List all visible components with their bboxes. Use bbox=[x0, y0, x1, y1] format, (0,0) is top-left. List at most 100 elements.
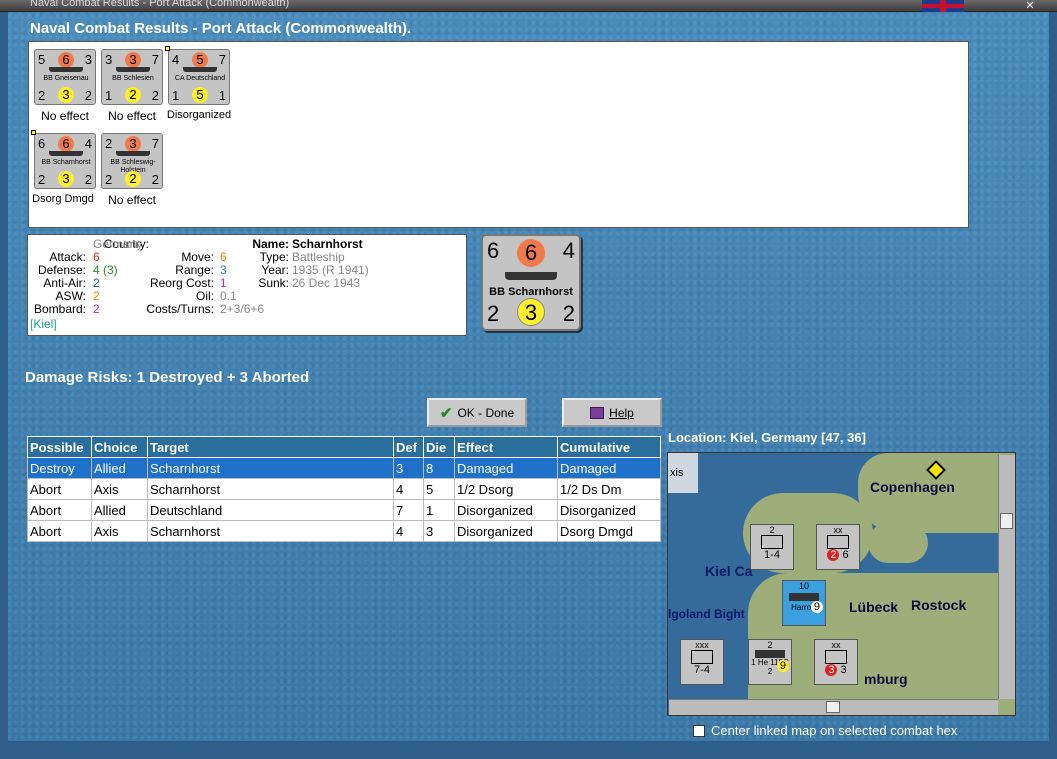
range-value: 3 bbox=[220, 263, 227, 277]
name-label: Name: bbox=[252, 237, 289, 251]
ship-icon bbox=[116, 151, 150, 156]
column-header[interactable]: Def bbox=[393, 436, 424, 458]
type-label: Type: bbox=[259, 250, 289, 264]
attack-label: Attack: bbox=[49, 250, 86, 264]
checkmark-icon: ✔ bbox=[439, 404, 453, 422]
column-header[interactable]: Possible bbox=[27, 436, 92, 458]
antiair-label: Anti-Air: bbox=[43, 276, 86, 290]
mountain-icon bbox=[825, 650, 847, 664]
map-label-lubeck: Lübeck bbox=[849, 599, 899, 615]
oil-label: Oil: bbox=[196, 289, 214, 303]
map-fragment-label: xis bbox=[670, 467, 684, 479]
ship-icon bbox=[183, 67, 217, 72]
center-map-option[interactable]: Center linked map on selected combat hex bbox=[693, 723, 957, 738]
year-value: 1935 (R 1941) bbox=[292, 263, 369, 277]
country-value: Germany bbox=[93, 237, 143, 251]
name-value: Scharnhorst bbox=[292, 237, 363, 251]
title-bar: Naval Combat Results - Port Attack (Comm… bbox=[0, 0, 1057, 12]
type-value: Battleship bbox=[292, 250, 345, 264]
antiair-value: 2 bbox=[93, 276, 100, 290]
map-unit-counter[interactable]: 2 1 He 115C 2 9 bbox=[748, 639, 792, 685]
defense-value: 4 (3) bbox=[93, 263, 118, 277]
location-label: Location: Kiel, Germany [47, 36] bbox=[668, 430, 866, 445]
move-value: 6 bbox=[220, 250, 227, 264]
map-label-copenhagen: Copenhagen bbox=[870, 479, 955, 495]
location-tag: [Kiel] bbox=[30, 317, 57, 331]
ship-icon bbox=[49, 151, 83, 156]
unit-counter[interactable]: 664 BB Scharnhorst 232 bbox=[31, 130, 96, 189]
table-row[interactable]: Abort Allied Deutschland 7 1 Disorganized Diso… bbox=[27, 499, 661, 521]
map-vertical-scroll-thumb[interactable] bbox=[1000, 513, 1013, 529]
reorg-value: 1 bbox=[220, 276, 227, 290]
map-label-kiel: Kiel Ca bbox=[705, 563, 753, 579]
unit-result: Dsorg Dmgd bbox=[32, 193, 94, 205]
bombard-label: Bombard: bbox=[33, 302, 86, 316]
frame-right bbox=[1049, 12, 1057, 759]
map-land-island bbox=[868, 523, 928, 563]
unit-counter[interactable]: 457 CA Deutschland 151 bbox=[165, 46, 230, 105]
center-map-checkbox[interactable] bbox=[693, 724, 705, 737]
column-header[interactable]: Cumulative bbox=[557, 436, 661, 458]
unit-counter[interactable]: 237 BB Schleswig-Holstein 222 bbox=[101, 133, 163, 189]
book-icon bbox=[590, 406, 605, 419]
help-button[interactable]: Help bbox=[562, 398, 662, 427]
center-map-label: Center linked map on selected combat hex bbox=[711, 723, 958, 738]
map-unit-counter[interactable]: xx 3 3 bbox=[814, 639, 858, 685]
map-unit-counter[interactable]: 10 Harrow 9 bbox=[782, 580, 826, 626]
defense-label: Defense: bbox=[37, 263, 86, 277]
results-table: Possible Choice Target Def Die Effect Cu… bbox=[27, 436, 661, 542]
sunk-label: Sunk: bbox=[258, 276, 289, 290]
asw-label: ASW: bbox=[55, 289, 86, 303]
infantry-icon bbox=[761, 535, 783, 549]
map-label-heligoland: lgoland Bight bbox=[668, 607, 745, 621]
unit-result: No effect bbox=[108, 193, 156, 207]
reorg-label: Reorg Cost: bbox=[149, 276, 214, 290]
unit-counter[interactable]: 563 BB Gneisenau 232 bbox=[34, 49, 96, 105]
asw-value: 2 bbox=[93, 289, 100, 303]
unit-info-panel: Country: Germany Attack: 6 Defense: 4 (3… bbox=[27, 234, 467, 336]
map-unit-counter[interactable]: xxx 7-4 bbox=[680, 639, 724, 685]
unit-result: Disorganized bbox=[166, 109, 232, 121]
costs-label: Costs/Turns: bbox=[146, 302, 214, 316]
map-label-hamburg: mburg bbox=[864, 671, 908, 687]
sunk-value: 26 Dec 1943 bbox=[292, 276, 361, 290]
map-label-rostock: Rostock bbox=[911, 597, 967, 613]
column-header[interactable]: Choice bbox=[91, 436, 148, 458]
window-title: Naval Combat Results - Port Attack (Comm… bbox=[30, 0, 290, 9]
linked-map[interactable]: xis Copenhagen Kiel Ca Lübeck Rostock lg… bbox=[667, 452, 1016, 716]
unit-counter[interactable]: 337 BB Schlesien 122 bbox=[101, 49, 163, 105]
bombard-value: 2 bbox=[93, 302, 100, 316]
ok-done-button[interactable]: ✔ OK - Done bbox=[427, 398, 527, 427]
attack-value: 6 bbox=[93, 250, 100, 264]
oil-value: 0.1 bbox=[220, 289, 237, 303]
column-header[interactable]: Effect bbox=[454, 436, 558, 458]
column-header[interactable]: Target bbox=[147, 436, 394, 458]
costs-value: 2+3/6+6 bbox=[220, 302, 265, 316]
armor-icon bbox=[827, 535, 849, 549]
selected-unit-counter: 6 6 4 BB Scharnhorst 2 3 2 bbox=[481, 234, 581, 331]
uk-flag-icon bbox=[922, 0, 964, 12]
map-unit-counter[interactable]: xx 2 6 bbox=[816, 524, 860, 570]
marker-icon bbox=[165, 46, 170, 51]
table-row[interactable]: Destroy Allied Scharnhorst 3 8 Damaged Damaged bbox=[27, 457, 661, 479]
ship-icon bbox=[505, 272, 557, 280]
dialog-heading: Naval Combat Results - Port Attack (Comm… bbox=[30, 20, 412, 37]
seaplane-icon bbox=[755, 650, 785, 658]
map-unit-counter[interactable]: 2 1-4 bbox=[750, 524, 794, 570]
bottom-bar bbox=[0, 741, 1057, 759]
table-row[interactable]: Abort Axis Scharnhorst 4 5 1/2 Dsorg 1/2 Ds Dm bbox=[27, 478, 661, 500]
map-horizontal-scroll-thumb[interactable] bbox=[826, 701, 840, 713]
column-header[interactable]: Die bbox=[423, 436, 455, 458]
range-label: Range: bbox=[175, 263, 214, 277]
ship-icon bbox=[49, 67, 83, 72]
ship-icon bbox=[116, 67, 150, 72]
move-label: Move: bbox=[181, 250, 214, 264]
frame-left bbox=[0, 12, 8, 759]
map-vertical-scrollbar[interactable] bbox=[998, 455, 1015, 699]
corps-icon bbox=[691, 650, 713, 664]
close-icon[interactable]: ✕ bbox=[1022, 0, 1038, 12]
aircraft-icon bbox=[789, 593, 819, 601]
table-row[interactable]: Abort Axis Scharnhorst 4 3 Disorganized Dsorg … bbox=[27, 520, 661, 542]
combat-units-panel: 563 BB Gneisenau 232 No effect 337 BB Sc… bbox=[28, 41, 969, 228]
damage-risks: Damage Risks: 1 Destroyed + 3 Aborted bbox=[25, 369, 310, 386]
